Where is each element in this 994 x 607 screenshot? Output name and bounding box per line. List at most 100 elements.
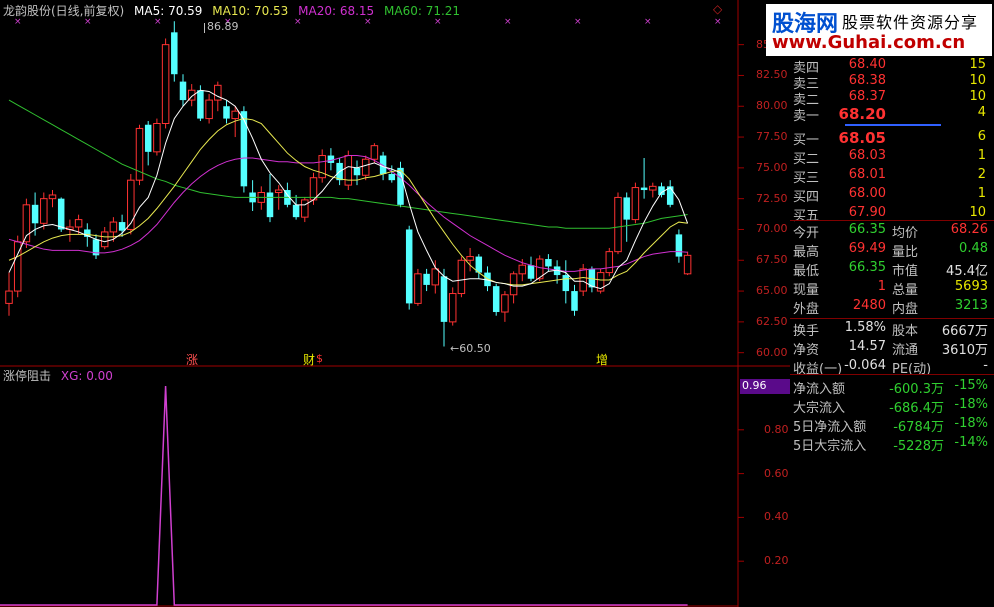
- quote-row: 外盘 2480 内盘 3213: [790, 298, 994, 317]
- marker-zhang: 涨: [186, 353, 199, 367]
- candle-body-down: [527, 265, 535, 279]
- candle-body-up: [370, 145, 379, 160]
- order-volume: 4: [977, 105, 986, 120]
- low-annotation: ←60.50: [450, 342, 491, 355]
- bid-row[interactable]: 买二 68.03 1: [790, 148, 994, 167]
- quote-value: 2480: [852, 298, 886, 313]
- candle-body-down: [57, 198, 65, 230]
- order-price: 68.01: [848, 167, 886, 182]
- order-price: 67.90: [848, 205, 886, 220]
- flow-value: -6784万: [893, 420, 944, 435]
- order-level-label: 买二: [793, 152, 820, 167]
- candle-body-up: [466, 256, 474, 261]
- flow-pct: -18%: [954, 397, 988, 412]
- quote-label: 最低: [793, 264, 820, 279]
- quote-label: 今开: [793, 226, 820, 241]
- order-price: 68.03: [848, 148, 886, 163]
- ma20-value: MA20: 68.15: [298, 4, 375, 18]
- order-price: 68.20: [838, 105, 886, 123]
- low-annotation-text: 60.50: [459, 342, 491, 355]
- candle-body-up: [161, 44, 170, 124]
- indicator-title: 涨停阻击: [3, 369, 52, 383]
- order-volume: 10: [969, 89, 986, 104]
- candle-body-up: [274, 189, 283, 194]
- quote-value: 68.26: [950, 222, 988, 237]
- fund-flow-row: 净流入额 -600.3万 -15%: [790, 378, 994, 397]
- candle-body-down: [640, 187, 648, 191]
- candle-body-down: [353, 167, 361, 176]
- candle-body-down: [327, 155, 335, 163]
- candle-body-down: [118, 222, 126, 231]
- flow-value: -686.4万: [889, 401, 944, 416]
- candle-body-up: [301, 199, 309, 218]
- candle-body-up: [579, 268, 587, 292]
- quote-value: 66.35: [848, 222, 886, 237]
- indicator-current-badge: 0.96: [740, 379, 792, 394]
- order-volume: 6: [977, 129, 986, 144]
- quote-row: 最高 69.49 量比 0.48: [790, 241, 994, 260]
- marker-zeng: 增: [596, 353, 609, 367]
- price-axis-label: 72.50: [756, 191, 788, 205]
- indicator-xg: XG: 0.00: [60, 369, 113, 383]
- flow-label: 5日大宗流入: [793, 439, 867, 454]
- candle-body-down: [562, 275, 570, 292]
- price-axis-label: 60.00: [756, 345, 788, 359]
- quote-value: 3213: [954, 298, 988, 313]
- candle-body-down: [240, 111, 248, 187]
- top-tick-mark: ×: [504, 17, 512, 27]
- price-axis-label: 75.00: [756, 160, 788, 174]
- candle-body-up: [231, 110, 239, 120]
- top-tick-mark: ×: [644, 17, 652, 27]
- indicator-axis-label: 0.20: [764, 554, 789, 568]
- candle-body-up: [205, 99, 213, 120]
- candle-body-up: [40, 198, 48, 224]
- flow-label: 5日净流入额: [793, 420, 867, 435]
- quote-value: 0.48: [959, 241, 988, 256]
- order-price: 68.05: [838, 129, 886, 147]
- candle-body-down: [379, 155, 387, 175]
- order-level-label: 买四: [793, 190, 820, 205]
- candle-body-up: [153, 123, 161, 153]
- candle-body-down: [423, 273, 430, 285]
- candle-body-up: [5, 290, 13, 304]
- quote-label: 量比: [892, 245, 919, 260]
- candle-body-down: [388, 174, 396, 181]
- panel-divider-2: [790, 318, 994, 319]
- bid-row[interactable]: 买一 68.05 6: [790, 129, 994, 148]
- quote-row: 今开 66.35 均价 68.26: [790, 222, 994, 241]
- price-axis-label: 82.50: [756, 68, 788, 82]
- candle-body-down: [144, 124, 152, 152]
- quote-label: 换手: [793, 324, 820, 339]
- order-price: 68.40: [848, 57, 886, 72]
- flow-pct: -18%: [954, 416, 988, 431]
- ma5-value: MA5: 70.59: [134, 4, 203, 18]
- candle-body-up: [109, 221, 118, 233]
- price-axis-label: 65.00: [756, 284, 788, 298]
- candle-body-up: [431, 268, 440, 286]
- quote-label: 总量: [892, 283, 919, 298]
- marker-cai: 财: [303, 353, 316, 367]
- candle-body-down: [31, 204, 39, 224]
- candle-body-down: [171, 32, 178, 75]
- quote-label: 外盘: [793, 302, 820, 317]
- price-axis-label: 80.00: [756, 99, 788, 113]
- ma10-value: MA10: 70.53: [212, 4, 289, 18]
- order-level-label: 买三: [793, 171, 820, 186]
- candle-body-up: [318, 155, 326, 179]
- price-axis-label: 70.00: [756, 222, 788, 236]
- settings-diamond-icon[interactable]: ◇: [713, 2, 722, 16]
- ask-row[interactable]: 卖一 68.20 4: [790, 105, 994, 124]
- fund-flow-row: 5日大宗流入 -5228万 -14%: [790, 435, 994, 454]
- candle-body-up: [683, 254, 692, 275]
- price-axis-label: 77.50: [756, 130, 788, 144]
- price-axis-label: 67.50: [756, 253, 788, 267]
- quote-label: 股本: [892, 324, 919, 339]
- bid-row[interactable]: 买三 68.01 2: [790, 167, 994, 186]
- order-price: 68.37: [848, 89, 886, 104]
- candle-body-down: [179, 81, 187, 101]
- spread-divider: [845, 124, 941, 126]
- bid-row[interactable]: 买四 68.00 1: [790, 186, 994, 205]
- fund-flow-row: 5日净流入额 -6784万 -18%: [790, 416, 994, 435]
- candle-body-up: [361, 158, 370, 176]
- quote-row: 最低 66.35 市值 45.4亿: [790, 260, 994, 279]
